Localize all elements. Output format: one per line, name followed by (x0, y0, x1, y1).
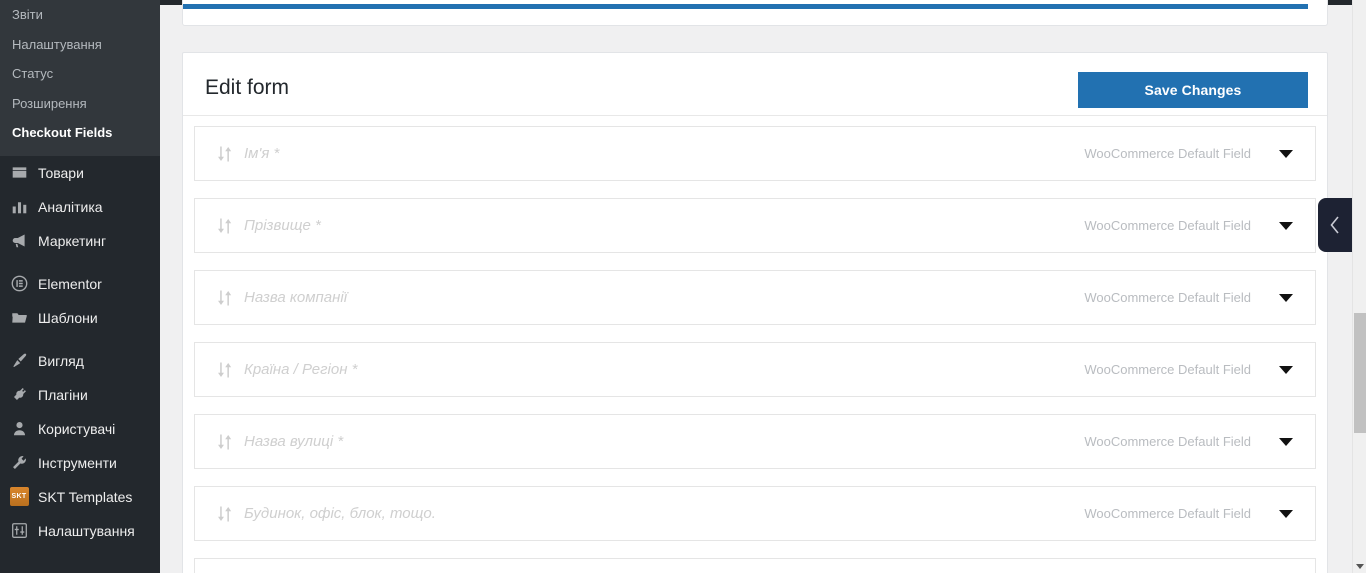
sidebar-item-label: SKT Templates (38, 488, 133, 505)
sidebar-subitem-reports[interactable]: Звіти (0, 0, 160, 30)
folder-icon (9, 308, 29, 328)
edit-form-card: Edit form Save Changes Ім'я * WooCommerc… (182, 52, 1328, 573)
sidebar-item-marketing[interactable]: Маркетинг (0, 224, 160, 258)
skt-badge-label: SKT (9, 487, 29, 507)
field-rows-list: Ім'я * WooCommerce Default Field Прізвищ… (183, 116, 1327, 573)
sidebar-item-label: Користувачі (38, 420, 116, 437)
admin-sidebar: Звіти Налаштування Статус Розширення Che… (0, 0, 160, 573)
sidebar-item-elementor[interactable]: Elementor (0, 267, 160, 301)
field-label: Прізвище * (244, 217, 321, 234)
card-header: Edit form Save Changes (183, 53, 1327, 116)
chevron-down-icon[interactable] (1279, 221, 1293, 230)
row-controls: WooCommerce Default Field (1084, 362, 1315, 377)
sidebar-item-label: Плагіни (38, 386, 88, 403)
top-partial-panel (182, 0, 1328, 26)
table-row-partial[interactable] (194, 558, 1316, 573)
sidebar-item-label: Маркетинг (38, 232, 107, 249)
scrollbar-down-button[interactable] (1353, 559, 1366, 573)
sidebar-item-appearance[interactable]: Вигляд (0, 344, 160, 378)
sliders-icon (9, 521, 29, 541)
chevron-down-icon[interactable] (1279, 149, 1293, 158)
table-row[interactable]: Назва вулиці * WooCommerce Default Field (194, 414, 1316, 469)
sidebar-item-products[interactable]: Товари (0, 156, 160, 190)
sidebar-subitem-settings[interactable]: Налаштування (0, 30, 160, 60)
content-area: Edit form Save Changes Ім'я * WooCommerc… (160, 0, 1352, 573)
table-row[interactable]: Країна / Регіон * WooCommerce Default Fi… (194, 342, 1316, 397)
field-label: Назва компанії (244, 289, 348, 306)
sidebar-item-label: Інструменти (38, 454, 117, 471)
sidebar-item-analytics[interactable]: Аналітика (0, 190, 160, 224)
sidebar-item-label: Товари (38, 164, 84, 181)
page-scrollbar[interactable] (1352, 0, 1366, 573)
field-type-label: WooCommerce Default Field (1084, 146, 1251, 161)
drag-handle-icon[interactable] (214, 144, 236, 164)
table-row[interactable]: Назва компанії WooCommerce Default Field (194, 270, 1316, 325)
menu-separator (0, 257, 160, 267)
elementor-icon (9, 274, 29, 294)
chevron-down-icon[interactable] (1279, 509, 1293, 518)
drag-handle-icon[interactable] (214, 288, 236, 308)
collapse-panel-tab[interactable] (1318, 198, 1352, 252)
table-row[interactable]: Ім'я * WooCommerce Default Field (194, 126, 1316, 181)
sidebar-item-skt-templates[interactable]: SKT SKT Templates (0, 480, 160, 514)
chevron-down-icon[interactable] (1279, 437, 1293, 446)
scrollbar-thumb[interactable] (1354, 313, 1366, 433)
field-type-label: WooCommerce Default Field (1084, 290, 1251, 305)
field-label: Ім'я * (244, 145, 280, 162)
sidebar-subitem-checkout-fields[interactable]: Checkout Fields (0, 118, 160, 148)
field-label: Країна / Регіон * (244, 361, 358, 378)
row-controls: WooCommerce Default Field (1084, 434, 1315, 449)
page-title: Edit form (205, 76, 290, 99)
field-label: Будинок, офіс, блок, тощо. (244, 505, 436, 522)
sidebar-item-label: Налаштування (38, 522, 135, 539)
field-type-label: WooCommerce Default Field (1084, 218, 1251, 233)
menu-separator (0, 334, 160, 344)
active-tab-indicator (183, 4, 1308, 9)
sidebar-item-settings[interactable]: Налаштування (0, 514, 160, 548)
field-label: Назва вулиці * (244, 433, 344, 450)
sidebar-item-label: Elementor (38, 275, 102, 292)
table-row[interactable]: Будинок, офіс, блок, тощо. WooCommerce D… (194, 486, 1316, 541)
products-icon (9, 163, 29, 183)
row-controls: WooCommerce Default Field (1084, 290, 1315, 305)
chevron-down-icon[interactable] (1279, 365, 1293, 374)
megaphone-icon (9, 231, 29, 251)
field-type-label: WooCommerce Default Field (1084, 506, 1251, 521)
sidebar-item-users[interactable]: Користувачі (0, 412, 160, 446)
field-type-label: WooCommerce Default Field (1084, 434, 1251, 449)
woocommerce-submenu: Звіти Налаштування Статус Розширення Che… (0, 0, 160, 156)
triangle-down-icon (1356, 563, 1364, 569)
row-controls: WooCommerce Default Field (1084, 218, 1315, 233)
field-type-label: WooCommerce Default Field (1084, 362, 1251, 377)
sidebar-item-label: Аналітика (38, 198, 103, 215)
plug-icon (9, 385, 29, 405)
drag-handle-icon[interactable] (214, 504, 236, 524)
sidebar-subitem-status[interactable]: Статус (0, 59, 160, 89)
skt-icon: SKT (9, 487, 29, 507)
sidebar-item-plugins[interactable]: Плагіни (0, 378, 160, 412)
sidebar-item-tools[interactable]: Інструменти (0, 446, 160, 480)
sidebar-item-templates[interactable]: Шаблони (0, 301, 160, 335)
chevron-left-icon (1329, 216, 1339, 234)
chart-bars-icon (9, 197, 29, 217)
drag-handle-icon[interactable] (214, 360, 236, 380)
sidebar-subitem-extensions[interactable]: Розширення (0, 89, 160, 119)
save-changes-button[interactable]: Save Changes (1078, 72, 1308, 108)
chevron-down-icon[interactable] (1279, 293, 1293, 302)
wrench-icon (9, 453, 29, 473)
sidebar-item-label: Шаблони (38, 309, 98, 326)
table-row[interactable]: Прізвище * WooCommerce Default Field (194, 198, 1316, 253)
row-controls: WooCommerce Default Field (1084, 506, 1315, 521)
sidebar-item-label: Вигляд (38, 352, 84, 369)
drag-handle-icon[interactable] (214, 216, 236, 236)
paintbrush-icon (9, 351, 29, 371)
user-icon (9, 419, 29, 439)
drag-handle-icon[interactable] (214, 432, 236, 452)
row-controls: WooCommerce Default Field (1084, 146, 1315, 161)
